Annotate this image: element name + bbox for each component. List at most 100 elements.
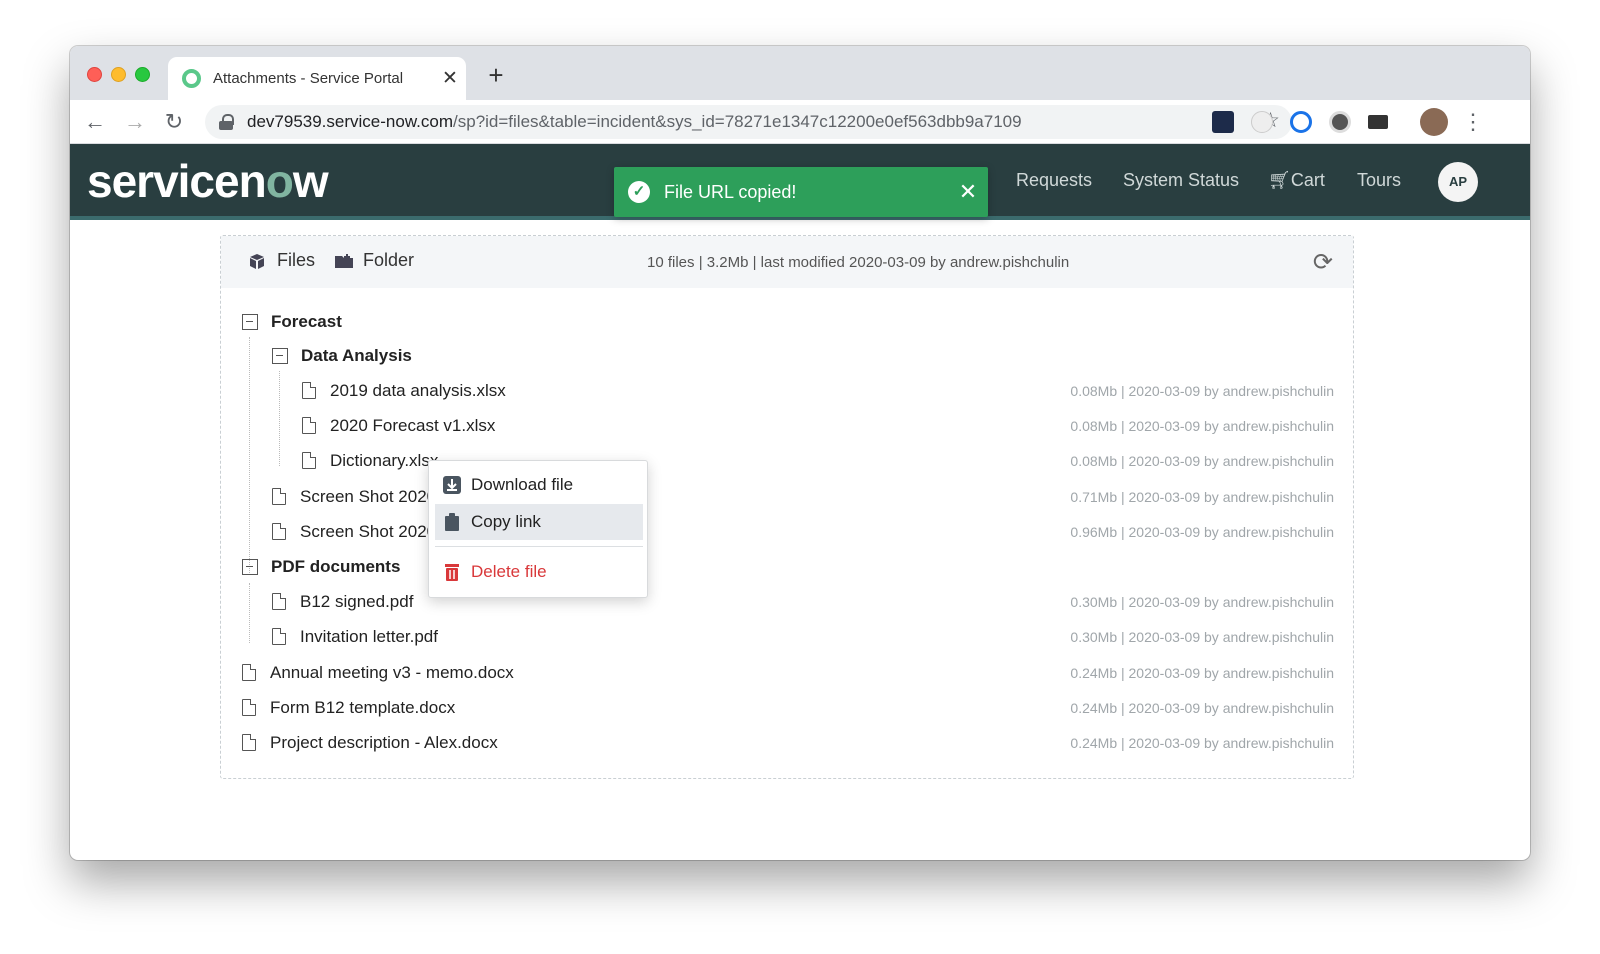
- address-bar[interactable]: dev79539.service-now.com/sp?id=files&tab…: [205, 105, 1292, 139]
- file-context-menu: Download file Copy link Delete file: [428, 460, 648, 598]
- file-meta: 0.24Mb | 2020-03-09 by andrew.pishchulin: [1070, 700, 1334, 716]
- file-meta: 0.08Mb | 2020-03-09 by andrew.pishchulin: [1070, 383, 1334, 399]
- video-camera-icon[interactable]: [1368, 115, 1388, 129]
- file-name: Annual meeting v3 - memo.docx: [270, 662, 514, 682]
- files-button-label: Files: [277, 250, 316, 270]
- file-row[interactable]: 2020 Forecast v1.xlsx: [302, 408, 495, 443]
- kebab-menu-icon[interactable]: ⋮: [1460, 109, 1486, 135]
- file-icon: [272, 488, 286, 505]
- file-name: Form B12 template.docx: [270, 697, 456, 717]
- file-row[interactable]: Dictionary.xlsx: [302, 443, 438, 478]
- file-icon: [242, 699, 256, 716]
- servicenow-favicon-icon: [182, 69, 201, 88]
- tab-title: Attachments - Service Portal: [213, 70, 404, 87]
- file-meta: 0.30Mb | 2020-03-09 by andrew.pishchulin: [1070, 629, 1334, 645]
- add-files-button[interactable]: Files: [248, 250, 315, 271]
- download-label: Download file: [471, 475, 574, 494]
- delete-file-menu-item[interactable]: Delete file: [435, 554, 643, 590]
- refresh-icon[interactable]: ⟳: [1313, 248, 1333, 277]
- collapse-toggle-icon[interactable]: [242, 558, 258, 575]
- panel-toolbar: Files Folder 10 files | 3.2Mb | last mod…: [221, 236, 1353, 288]
- url-path: /sp?id=files&table=incident&sys_id=78271…: [453, 112, 1022, 131]
- file-meta: 0.71Mb | 2020-03-09 by andrew.pishchulin: [1070, 489, 1334, 505]
- delete-label: Delete file: [471, 562, 547, 581]
- success-toast: ✓ File URL copied! ✕: [614, 167, 988, 217]
- clipboard-icon: [445, 513, 459, 531]
- folder-name: Forecast: [271, 311, 342, 331]
- file-icon: [302, 382, 316, 399]
- file-name: 2020 Forecast v1.xlsx: [330, 415, 496, 435]
- file-icon: [272, 628, 286, 645]
- file-row[interactable]: Invitation letter.pdf: [272, 619, 438, 654]
- lock-icon: [219, 114, 234, 130]
- close-window-button[interactable]: [87, 67, 102, 82]
- extension-icon[interactable]: [1251, 111, 1273, 133]
- new-tab-button[interactable]: +: [482, 62, 510, 90]
- download-icon: [443, 476, 461, 494]
- nav-link-system-status[interactable]: System Status: [1123, 170, 1239, 191]
- minimize-window-button[interactable]: [111, 67, 126, 82]
- file-name: 2019 data analysis.xlsx: [330, 380, 506, 400]
- folder-name: PDF documents: [271, 556, 401, 576]
- servicenow-logo[interactable]: servicenow: [87, 154, 329, 208]
- password-manager-icon[interactable]: [1290, 111, 1312, 133]
- file-row[interactable]: Annual meeting v3 - memo.docx: [242, 655, 514, 690]
- files-icon: [250, 253, 264, 269]
- file-icon: [302, 452, 316, 469]
- nav-link-tours[interactable]: Tours: [1357, 170, 1401, 191]
- file-icon: [272, 593, 286, 610]
- url-text: dev79539.service-now.com/sp?id=files&tab…: [247, 112, 1022, 132]
- url-host: dev79539.service-now.com: [247, 112, 454, 131]
- add-folder-button[interactable]: Folder: [334, 250, 414, 271]
- file-row[interactable]: Project description - Alex.docx: [242, 725, 498, 760]
- menu-divider: [435, 546, 643, 547]
- file-meta: 0.24Mb | 2020-03-09 by andrew.pishchulin: [1070, 665, 1334, 681]
- extension-circle-icon[interactable]: [1329, 111, 1351, 133]
- download-file-menu-item[interactable]: Download file: [435, 467, 643, 503]
- tree-guide: [249, 337, 250, 573]
- file-meta: 0.30Mb | 2020-03-09 by andrew.pishchulin: [1070, 594, 1334, 610]
- toast-message: File URL copied!: [664, 181, 797, 202]
- browser-window: Attachments - Service Portal ✕ + ← → ↻ d…: [70, 46, 1530, 860]
- attachments-panel: Files Folder 10 files | 3.2Mb | last mod…: [220, 235, 1354, 779]
- folder-row[interactable]: Forecast: [242, 304, 342, 339]
- files-summary: 10 files | 3.2Mb | last modified 2020-03…: [647, 254, 1070, 271]
- browser-tab[interactable]: Attachments - Service Portal ✕: [168, 57, 466, 100]
- file-row[interactable]: 2019 data analysis.xlsx: [302, 373, 506, 408]
- file-icon: [272, 523, 286, 540]
- file-icon: [242, 734, 256, 751]
- check-circle-icon: ✓: [628, 181, 650, 203]
- back-arrow-icon[interactable]: ←: [82, 109, 108, 135]
- trash-icon: [445, 564, 459, 581]
- file-meta: 0.96Mb | 2020-03-09 by andrew.pishchulin: [1070, 524, 1334, 540]
- tree-guide: [249, 583, 250, 643]
- nav-link-requests[interactable]: Requests: [1016, 170, 1092, 191]
- folder-name: Data Analysis: [301, 345, 412, 365]
- collapse-toggle-icon[interactable]: [272, 347, 288, 364]
- nav-link-cart[interactable]: 🛒︎Cart: [1268, 170, 1325, 191]
- file-meta: 0.24Mb | 2020-03-09 by andrew.pishchulin: [1070, 735, 1334, 751]
- file-row[interactable]: Form B12 template.docx: [242, 690, 455, 725]
- browser-toolbar: ← → ↻ dev79539.service-now.com/sp?id=fil…: [70, 100, 1530, 144]
- close-toast-icon[interactable]: ✕: [948, 179, 988, 205]
- copy-link-label: Copy link: [471, 512, 541, 531]
- file-name: B12 signed.pdf: [300, 591, 414, 611]
- file-row[interactable]: B12 signed.pdf: [272, 584, 413, 619]
- cart-icon: 🛒︎: [1268, 170, 1291, 190]
- file-meta: 0.08Mb | 2020-03-09 by andrew.pishchulin: [1070, 418, 1334, 434]
- folder-row[interactable]: Data Analysis: [272, 338, 412, 373]
- file-name: Invitation letter.pdf: [300, 626, 438, 646]
- user-avatar[interactable]: AP: [1438, 162, 1478, 202]
- collapse-toggle-icon[interactable]: [242, 313, 258, 330]
- file-name: Dictionary.xlsx: [330, 450, 439, 470]
- close-tab-icon[interactable]: ✕: [434, 67, 466, 90]
- profile-avatar[interactable]: [1420, 108, 1448, 136]
- react-devtools-icon[interactable]: [1212, 111, 1234, 133]
- file-icon: [302, 417, 316, 434]
- forward-arrow-icon[interactable]: →: [122, 109, 148, 135]
- copy-link-menu-item[interactable]: Copy link: [435, 504, 643, 540]
- maximize-window-button[interactable]: [135, 67, 150, 82]
- folder-row[interactable]: PDF documents: [242, 549, 400, 584]
- folder-button-label: Folder: [363, 250, 415, 270]
- reload-icon[interactable]: ↻: [161, 109, 187, 135]
